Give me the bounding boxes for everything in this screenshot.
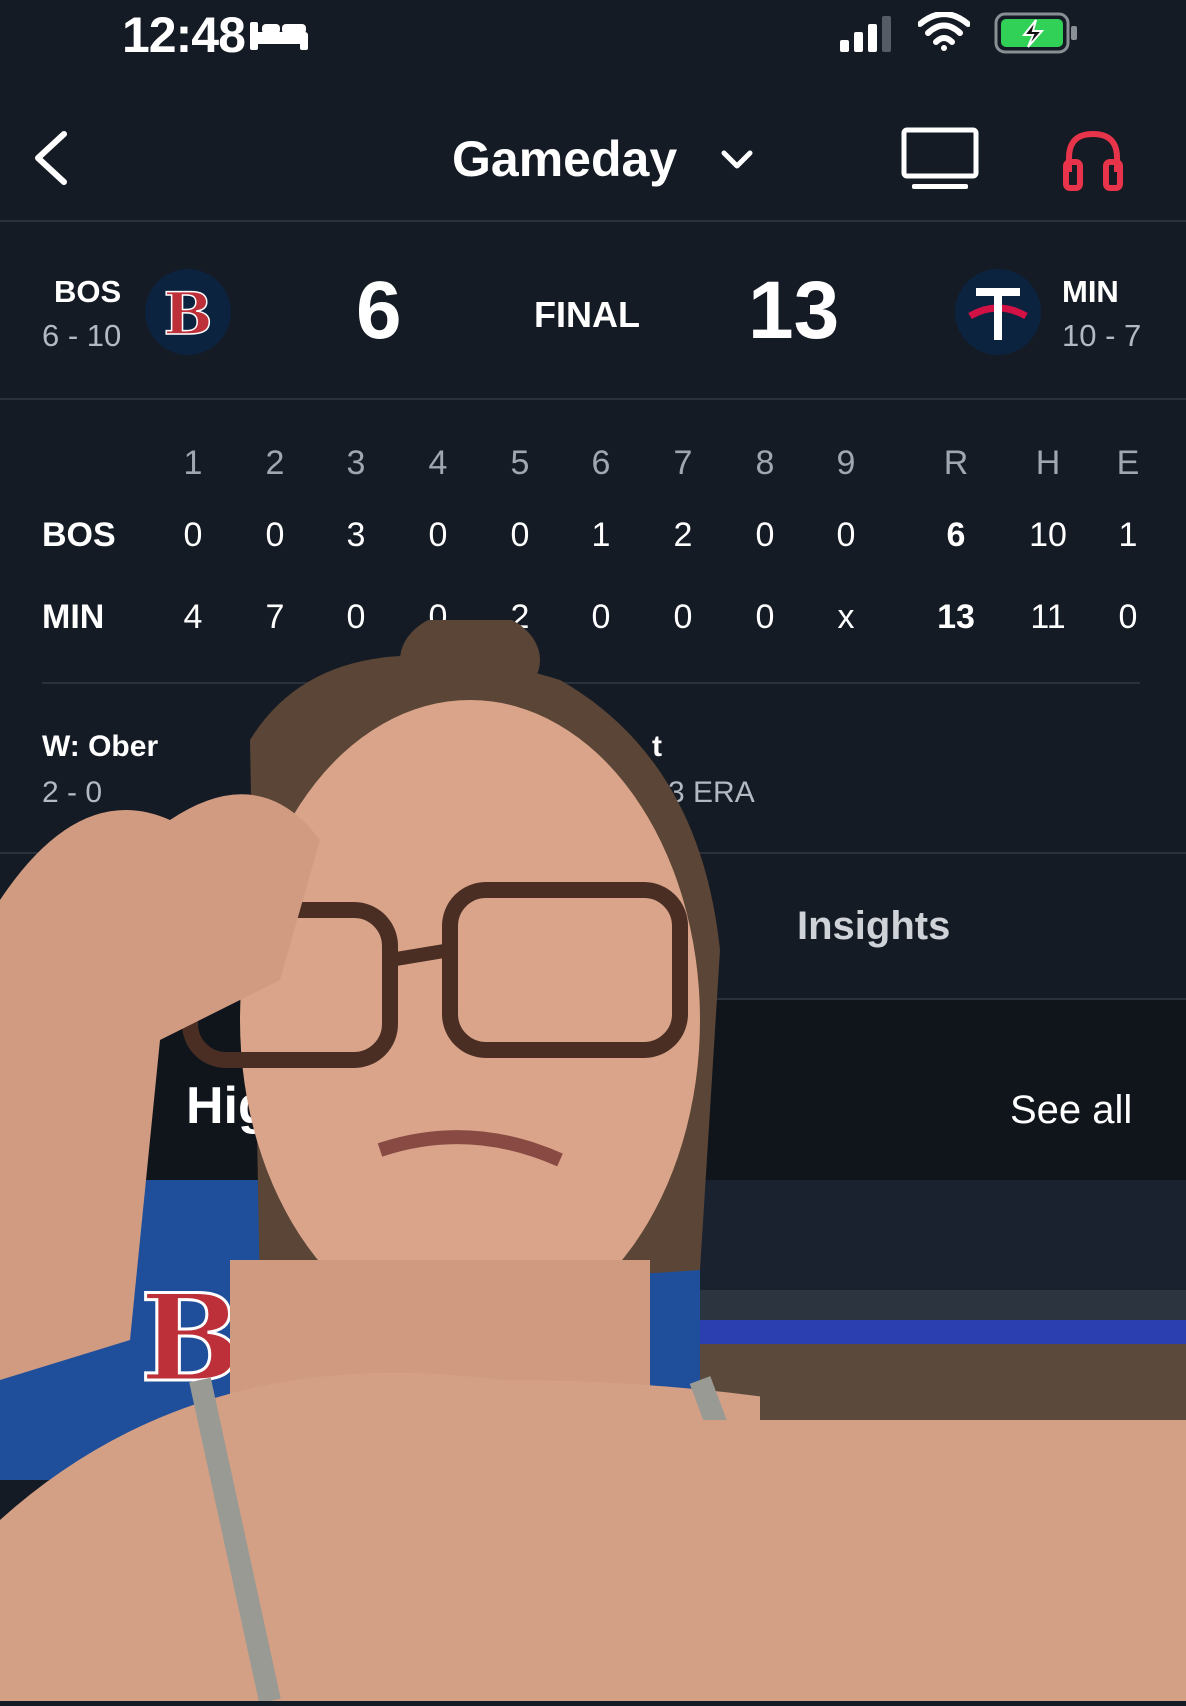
inning-header-6: 6 (591, 444, 611, 482)
game-status: FINAL (534, 294, 640, 335)
red-sox-logo[interactable]: B (144, 268, 232, 361)
away-runs: 6 (946, 516, 966, 554)
wifi-icon (917, 11, 971, 57)
away-inning-4: 0 (428, 516, 448, 554)
away-hits: 10 (1029, 516, 1067, 554)
home-team-record: 10 - 7 (1062, 318, 1142, 353)
home-score: 13 (748, 265, 840, 356)
inning-header-9: 9 (836, 444, 856, 482)
away-inning-3: 3 (346, 516, 366, 554)
sleep-icon (246, 16, 312, 57)
home-runs: 13 (937, 598, 975, 636)
inning-header-5: 5 (510, 444, 530, 482)
away-inning-6: 1 (591, 516, 611, 554)
home-errors: 0 (1118, 598, 1138, 636)
signal-icon (838, 14, 898, 59)
status-time: 12:48 (122, 7, 246, 63)
inning-header-7: 7 (673, 444, 693, 482)
away-inning-5: 0 (510, 516, 530, 554)
inning-header-3: 3 (346, 444, 366, 482)
home-inning-9: x (837, 598, 855, 636)
creator-shoulder (700, 1420, 1186, 1701)
away-inning-9: 0 (836, 516, 856, 554)
away-inning-1: 0 (183, 516, 203, 554)
away-team-abbr: BOS (54, 274, 122, 309)
errors-header: E (1116, 444, 1140, 482)
see-all-link[interactable]: See all (1010, 1088, 1132, 1133)
inning-header-2: 2 (265, 444, 285, 482)
away-team-record: 6 - 10 (42, 318, 122, 353)
linescore-team-away: BOS (42, 516, 116, 554)
inning-header-8: 8 (755, 444, 775, 482)
tv-icon (901, 127, 979, 189)
creator-overlay (0, 610, 1186, 1705)
away-errors: 1 (1118, 516, 1138, 554)
inning-header-4: 4 (428, 444, 448, 482)
away-inning-7: 2 (673, 516, 693, 554)
tv-button[interactable] (900, 126, 980, 197)
gameday-title[interactable]: Gameday (452, 130, 677, 188)
hits-header: H (1035, 444, 1061, 482)
chevron-down-icon[interactable] (720, 148, 754, 177)
chevron-left-icon (35, 131, 67, 185)
inning-header-1: 1 (183, 444, 203, 482)
back-button[interactable] (30, 130, 76, 186)
nav-divider (0, 220, 1186, 222)
battery-icon (994, 12, 1080, 59)
twins-logo[interactable] (954, 268, 1042, 361)
home-team-abbr: MIN (1062, 274, 1119, 309)
away-inning-2: 0 (265, 516, 285, 554)
away-inning-8: 0 (755, 516, 775, 554)
runs-header: R (943, 444, 969, 482)
score-divider (0, 398, 1186, 400)
home-hits: 11 (1030, 598, 1066, 636)
svg-text:B: B (163, 280, 212, 348)
headphones-icon (1063, 130, 1123, 191)
audio-button[interactable] (1062, 128, 1124, 197)
linescore-table: 1 2 3 4 5 6 7 8 9 R H E BOS 0 0 3 0 0 1 … (0, 440, 1186, 640)
away-score: 6 (356, 265, 402, 356)
tab-insights[interactable]: Insights (797, 904, 950, 949)
